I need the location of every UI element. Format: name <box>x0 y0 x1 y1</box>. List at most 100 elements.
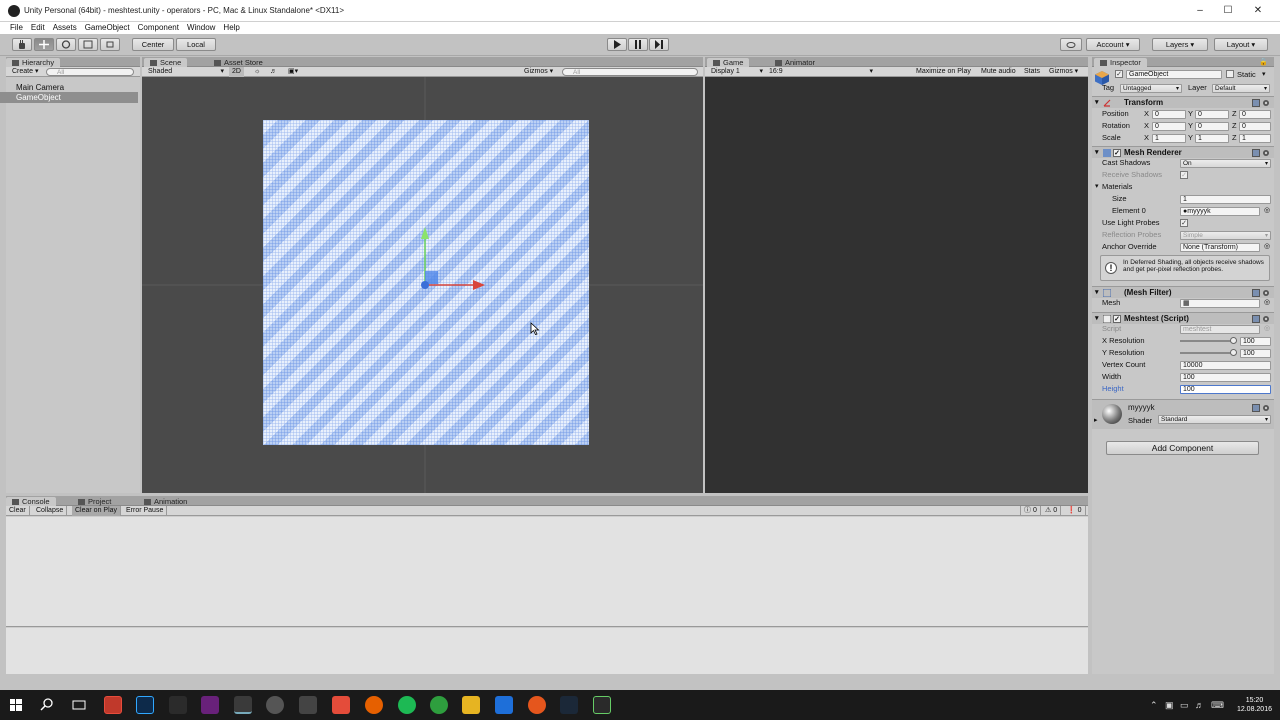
x-resolution-field[interactable]: 100 <box>1240 337 1271 346</box>
height-field[interactable]: 100 <box>1180 385 1271 394</box>
shader-dropdown[interactable]: Standard <box>1158 415 1271 424</box>
reference-book-icon[interactable] <box>1252 315 1260 323</box>
position-z-field[interactable]: 0 <box>1239 110 1271 119</box>
sourcetree-app-icon[interactable] <box>169 696 187 714</box>
audio-toggle-icon[interactable]: ♬ <box>270 67 277 77</box>
firefox-app-icon[interactable] <box>365 696 383 714</box>
tray-chevron-up-icon[interactable]: ⌃ <box>1150 700 1158 711</box>
reference-book-icon[interactable] <box>1252 289 1260 297</box>
menu-component[interactable]: Component <box>134 22 183 34</box>
receive-shadows-checkbox[interactable]: ✓ <box>1180 171 1188 179</box>
maximize-on-play-toggle[interactable]: Maximize on Play <box>916 67 971 77</box>
mute-audio-toggle[interactable]: Mute audio <box>981 67 1016 77</box>
object-picker-icon[interactable]: ◎ <box>1264 297 1270 309</box>
cast-shadows-dropdown[interactable]: On <box>1180 159 1271 168</box>
photoshop-app-icon[interactable] <box>136 696 154 714</box>
shading-mode-dropdown[interactable]: Shaded ▾ <box>148 67 224 77</box>
unity-hub-icon[interactable] <box>266 696 284 714</box>
menu-help[interactable]: Help <box>219 22 243 34</box>
steam-app-icon[interactable] <box>560 696 578 714</box>
position-y-field[interactable]: 0 <box>1195 110 1229 119</box>
play-button[interactable] <box>607 38 627 51</box>
search-icon[interactable] <box>38 696 56 714</box>
tab-game[interactable]: Game <box>707 58 750 67</box>
console-error-count-toggle[interactable]: ❗ 0 <box>1064 506 1086 516</box>
object-picker-icon[interactable]: ◎ <box>1264 323 1270 335</box>
keyboard-icon[interactable]: ⌨ <box>1211 700 1224 711</box>
scene-search-input[interactable]: All <box>562 68 698 76</box>
x-resolution-slider-knob[interactable] <box>1230 337 1237 344</box>
game-gizmos-dropdown[interactable]: Gizmos ▾ <box>1049 67 1078 77</box>
pause-button[interactable] <box>628 38 648 51</box>
mesh-field[interactable]: ▦ <box>1180 299 1260 308</box>
mesh-renderer-enabled-checkbox[interactable]: ✓ <box>1113 149 1121 157</box>
script-enabled-checkbox[interactable]: ✓ <box>1113 315 1121 323</box>
lighting-toggle-icon[interactable]: ☼ <box>254 67 260 77</box>
y-resolution-field[interactable]: 100 <box>1240 349 1271 358</box>
pivot-local-button[interactable]: Local <box>176 38 216 51</box>
volume-icon[interactable]: ♬ <box>1195 700 1204 710</box>
flash-app-icon[interactable] <box>104 696 122 714</box>
step-button[interactable] <box>649 38 669 51</box>
static-dropdown-icon[interactable]: ▾ <box>1262 70 1266 80</box>
console-warning-count-toggle[interactable]: ⚠ 0 <box>1042 506 1062 516</box>
gear-icon[interactable] <box>1262 99 1270 107</box>
account-dropdown[interactable]: Account ▾ <box>1086 38 1140 51</box>
materials-row[interactable]: ▾ Materials <box>1092 181 1274 193</box>
console-log-count-toggle[interactable]: ⓘ 0 <box>1020 506 1041 516</box>
tab-hierarchy[interactable]: Hierarchy <box>6 58 61 67</box>
y-resolution-slider-track[interactable] <box>1180 352 1234 354</box>
rotation-x-field[interactable]: 0 <box>1152 122 1186 131</box>
gear-icon[interactable] <box>1262 289 1270 297</box>
cloud-button[interactable] <box>1060 38 1082 51</box>
network-icon[interactable]: ▣ <box>1165 700 1174 711</box>
vectorworks-app-icon[interactable] <box>593 696 611 714</box>
tab-animator[interactable]: Animator <box>769 58 821 67</box>
gizmos-dropdown[interactable]: Gizmos ▾ <box>524 67 553 77</box>
stats-toggle[interactable]: Stats <box>1024 67 1040 77</box>
utorrent-app-icon[interactable] <box>430 696 448 714</box>
tab-animation[interactable]: Animation <box>138 497 193 506</box>
windows-start-icon[interactable] <box>7 696 25 714</box>
taskbar-clock[interactable]: 15:20 12.08.2016 <box>1237 696 1272 714</box>
console-clear-button[interactable]: Clear <box>6 506 30 516</box>
y-axis-arrow-icon[interactable] <box>421 227 429 239</box>
file-explorer-icon[interactable] <box>462 696 480 714</box>
width-field[interactable]: 100 <box>1180 373 1271 382</box>
scale-tool-button[interactable] <box>78 38 98 51</box>
layers-dropdown[interactable]: Layers ▾ <box>1152 38 1208 51</box>
materials-size-field[interactable]: 1 <box>1180 195 1271 204</box>
scale-z-field[interactable]: 1 <box>1239 134 1271 143</box>
hierarchy-item-gameobject[interactable]: GameObject <box>0 92 138 103</box>
reference-book-icon[interactable] <box>1252 404 1260 412</box>
tab-scene[interactable]: Scene <box>144 58 188 67</box>
rotate-tool-button[interactable] <box>56 38 76 51</box>
move-gizmo[interactable] <box>142 77 703 493</box>
active-checkbox[interactable]: ✓ <box>1115 70 1123 78</box>
script-field[interactable]: meshtest <box>1180 325 1260 334</box>
hand-tool-button[interactable] <box>12 38 32 51</box>
console-error-pause-toggle[interactable]: Error Pause <box>123 506 168 516</box>
close-button[interactable]: ✕ <box>1251 4 1265 18</box>
menu-file[interactable]: File <box>0 22 27 34</box>
reference-book-icon[interactable] <box>1252 149 1260 157</box>
visual-studio-app-icon[interactable] <box>201 696 219 714</box>
object-name-field[interactable]: GameObject <box>1126 70 1222 79</box>
layout-dropdown[interactable]: Layout ▾ <box>1214 38 1268 51</box>
scale-y-field[interactable]: 1 <box>1195 134 1229 143</box>
maximize-button[interactable]: ☐ <box>1221 4 1235 18</box>
reference-book-icon[interactable] <box>1252 99 1260 107</box>
git-app-icon[interactable] <box>332 696 350 714</box>
static-checkbox[interactable] <box>1226 70 1234 78</box>
console-collapse-button[interactable]: Collapse <box>33 506 68 516</box>
menu-assets[interactable]: Assets <box>49 22 81 34</box>
console-detail-area[interactable] <box>6 628 1088 674</box>
object-picker-icon[interactable]: ◎ <box>1264 205 1270 217</box>
expand-triangle-icon[interactable]: ▸ <box>1094 416 1098 424</box>
console-log-list[interactable] <box>6 517 1088 627</box>
tab-inspector[interactable]: Inspector <box>1094 58 1147 67</box>
create-dropdown[interactable]: Create ▾ <box>12 67 38 77</box>
tab-project[interactable]: Project <box>72 497 117 506</box>
tab-asset-store[interactable]: Asset Store <box>208 58 269 67</box>
minimize-button[interactable]: – <box>1193 4 1207 18</box>
